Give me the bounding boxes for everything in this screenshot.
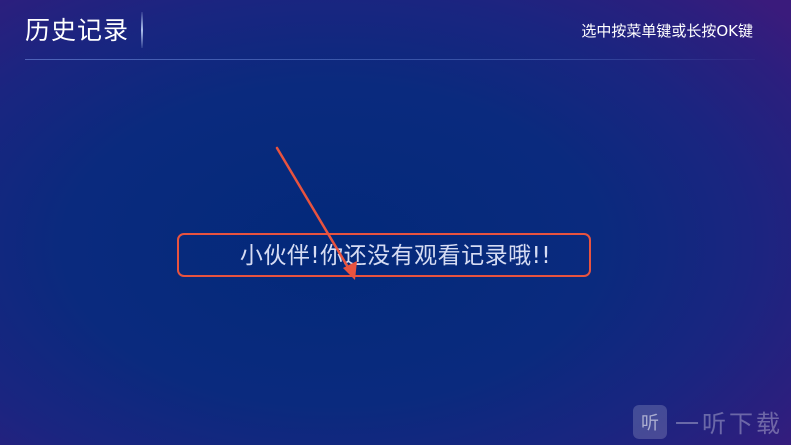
annotation-arrow: [275, 146, 357, 280]
site-watermark: 听 一听下载: [633, 404, 783, 439]
watermark-text: 一听下载: [675, 410, 783, 438]
watermark-logo-icon: 听: [633, 404, 667, 439]
